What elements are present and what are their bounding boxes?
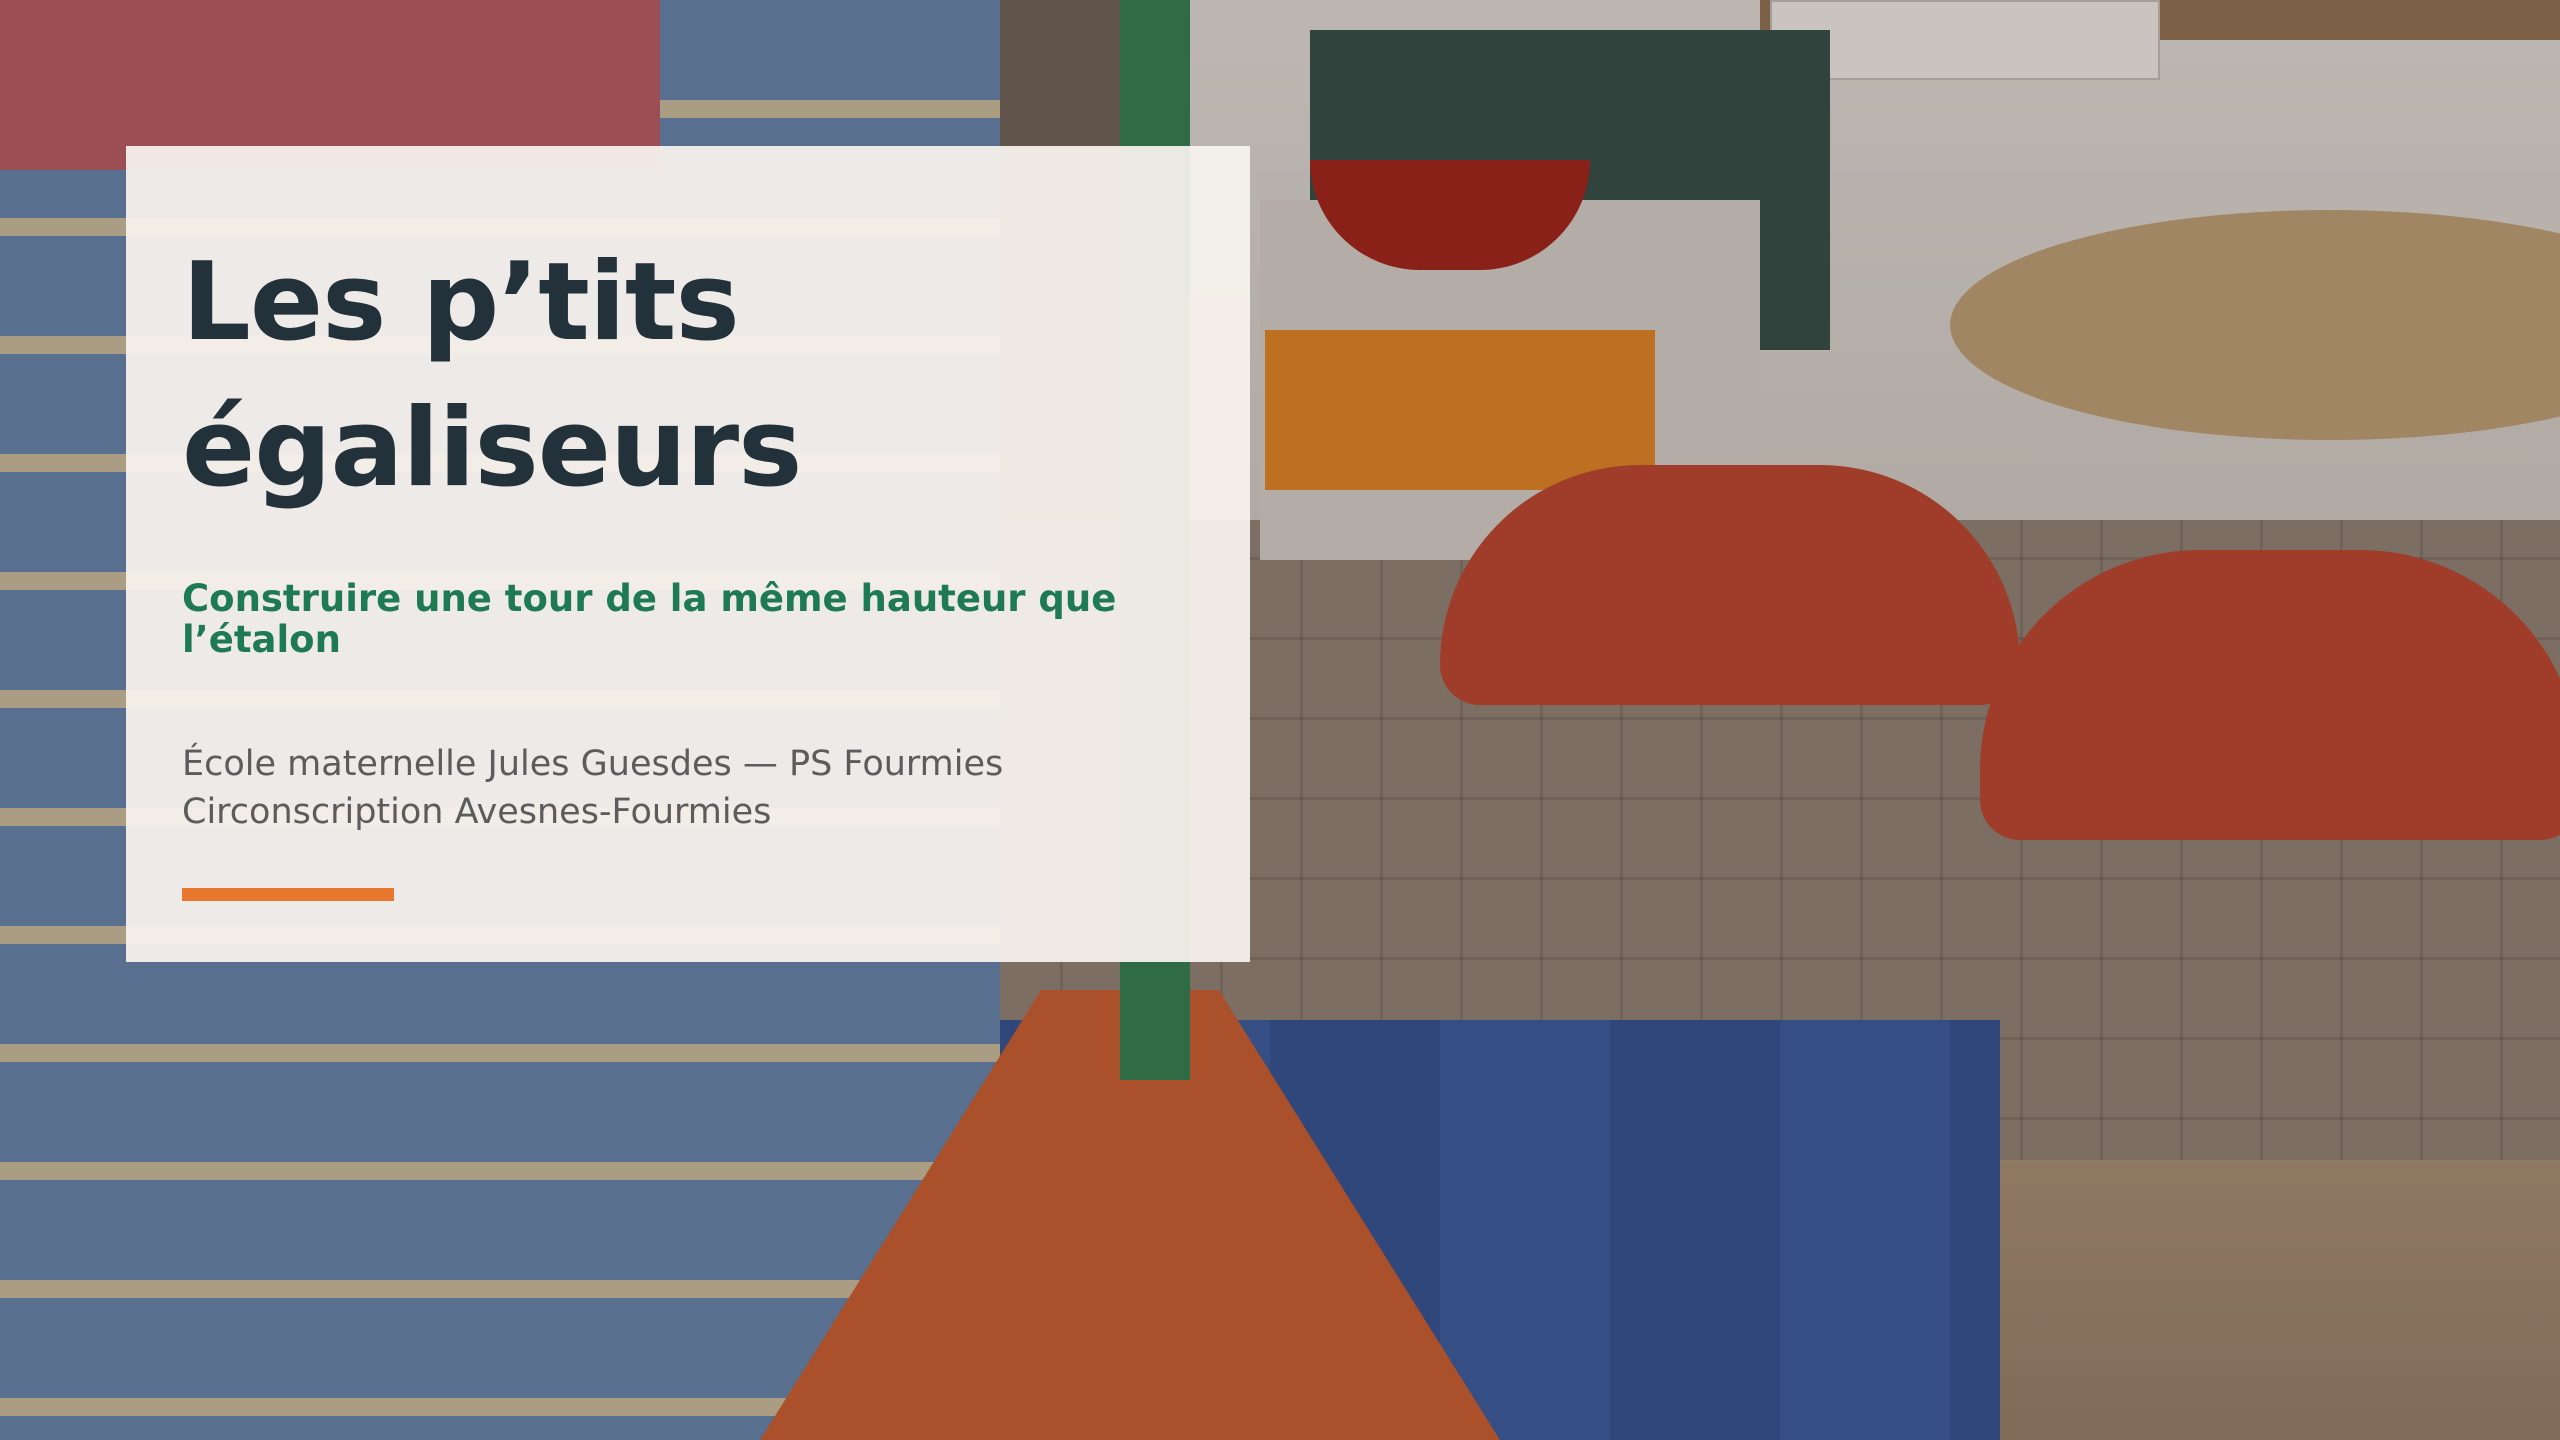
district-line: Circonscription Avesnes-Fourmies bbox=[182, 792, 772, 832]
school-line: École maternelle Jules Guesdes — PS Four… bbox=[182, 744, 1004, 784]
slide-title: Les p’tits égaliseurs bbox=[182, 240, 802, 511]
accent-bar bbox=[182, 888, 394, 901]
title-slide: Les p’tits égaliseurs Construire une tou… bbox=[0, 0, 2560, 1440]
title-card: Les p’tits égaliseurs Construire une tou… bbox=[126, 146, 1250, 962]
slide-subtitle: Construire une tour de la même hauteur q… bbox=[182, 577, 1117, 661]
slide-meta: École maternelle Jules Guesdes — PS Four… bbox=[182, 740, 1202, 836]
